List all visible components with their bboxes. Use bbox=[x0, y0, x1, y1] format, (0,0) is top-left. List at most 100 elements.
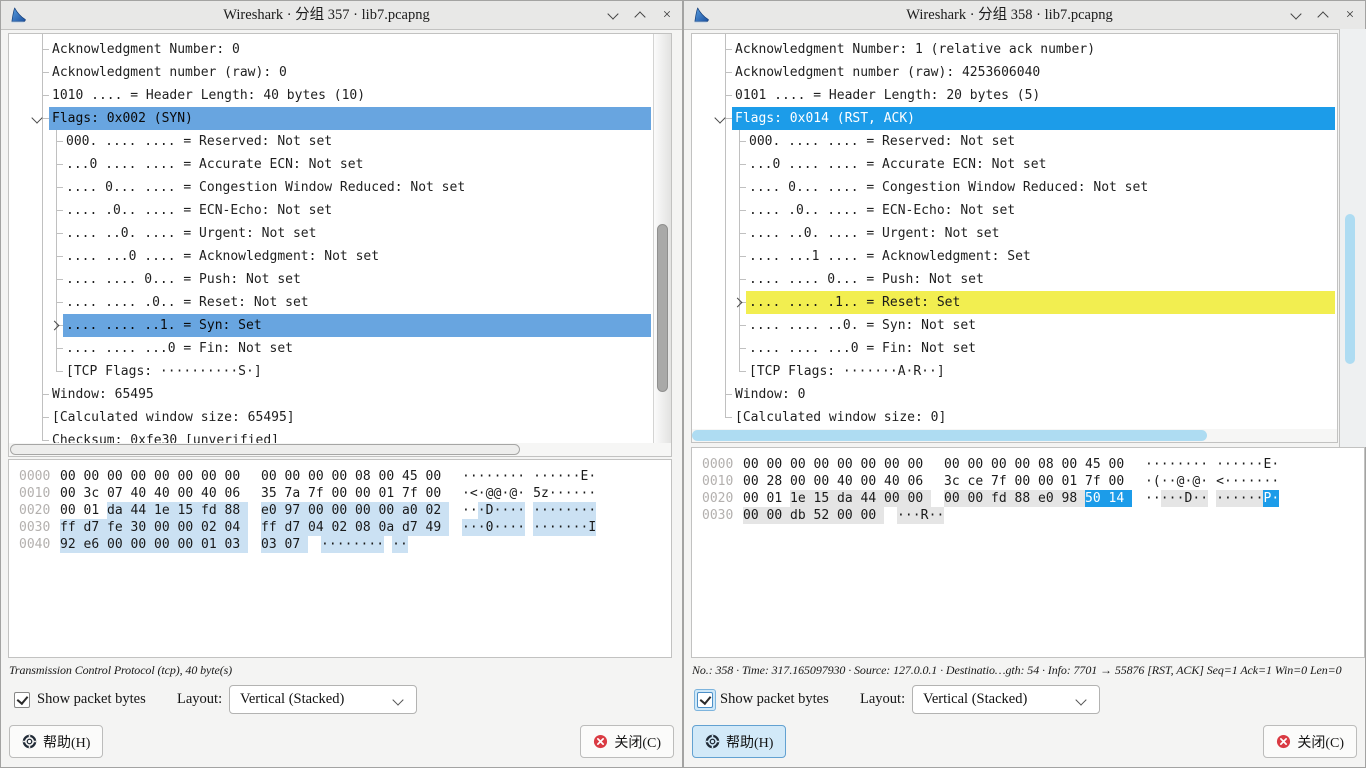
hex-byte[interactable]: 40 bbox=[201, 485, 225, 502]
ascii-char[interactable]: · bbox=[588, 468, 596, 485]
tree-row[interactable]: .... .... ...0 = Fin: Not set bbox=[746, 337, 1335, 360]
hex-row[interactable]: 0010003c074040004006357a7f0000017f00·<·@… bbox=[9, 485, 596, 502]
tree-row[interactable]: .... .0.. .... = ECN-Echo: Not set bbox=[746, 199, 1335, 222]
ascii-char[interactable]: R bbox=[921, 507, 929, 524]
hex-byte[interactable]: 00 bbox=[1038, 473, 1062, 490]
ascii-char[interactable]: · bbox=[580, 519, 588, 536]
ascii-char[interactable]: · bbox=[400, 536, 408, 553]
ascii-char[interactable]: < bbox=[1216, 473, 1224, 490]
ascii-char[interactable]: · bbox=[470, 468, 478, 485]
hex-byte[interactable]: 00 bbox=[1015, 456, 1039, 473]
hex-byte[interactable]: 00 bbox=[60, 468, 84, 485]
hex-byte[interactable]: 45 bbox=[1085, 456, 1109, 473]
hex-byte[interactable]: 40 bbox=[131, 485, 155, 502]
horizontal-scrollbar[interactable] bbox=[9, 443, 671, 456]
expand-arrow-icon[interactable] bbox=[50, 321, 60, 331]
ascii-char[interactable]: 0 bbox=[486, 519, 494, 536]
ascii-char[interactable]: · bbox=[1161, 490, 1169, 507]
hex-byte[interactable]: 08 bbox=[355, 468, 379, 485]
hex-byte[interactable]: 52 bbox=[814, 507, 838, 524]
ascii-char[interactable]: · bbox=[549, 468, 557, 485]
hex-byte[interactable]: 97 bbox=[285, 502, 309, 519]
tree-row[interactable]: .... .... ..0. = Syn: Not set bbox=[746, 314, 1335, 337]
show-packet-bytes-checkbox[interactable] bbox=[694, 689, 716, 711]
ascii-char[interactable]: · bbox=[486, 468, 494, 485]
hex-byte[interactable]: 15 bbox=[178, 502, 202, 519]
ascii-char[interactable]: · bbox=[321, 536, 329, 553]
hex-byte[interactable]: 00 bbox=[944, 456, 968, 473]
ascii-char[interactable]: @ bbox=[1192, 473, 1200, 490]
hex-byte[interactable]: 30 bbox=[131, 519, 155, 536]
hex-byte[interactable]: e0 bbox=[1038, 490, 1062, 507]
hex-byte[interactable]: 00 bbox=[743, 490, 767, 507]
ascii-char[interactable]: · bbox=[462, 485, 470, 502]
ascii-char[interactable]: · bbox=[588, 485, 596, 502]
ascii-char[interactable]: z bbox=[541, 485, 549, 502]
ascii-char[interactable]: · bbox=[509, 519, 517, 536]
hex-byte[interactable]: 00 bbox=[743, 473, 767, 490]
ascii-char[interactable]: · bbox=[1161, 473, 1169, 490]
tree-row[interactable]: .... ...0 .... = Acknowledgment: Not set bbox=[63, 245, 651, 268]
tree-row[interactable]: ...0 .... .... = Accurate ECN: Not set bbox=[746, 153, 1335, 176]
ascii-char[interactable]: · bbox=[1263, 473, 1271, 490]
close-window-icon[interactable]: × bbox=[660, 7, 674, 23]
tree-row[interactable]: ...0 .... .... = Accurate ECN: Not set bbox=[63, 153, 651, 176]
ascii-char[interactable]: · bbox=[1232, 456, 1240, 473]
ascii-char[interactable]: · bbox=[1271, 490, 1279, 507]
hex-byte[interactable]: 3c bbox=[84, 485, 108, 502]
tree-row[interactable]: 1010 .... = Header Length: 40 bytes (10) bbox=[49, 84, 651, 107]
hex-byte[interactable]: 00 bbox=[332, 468, 356, 485]
ascii-char[interactable]: · bbox=[392, 536, 400, 553]
ascii-char[interactable]: · bbox=[478, 519, 486, 536]
hex-byte[interactable]: 00 bbox=[1109, 456, 1133, 473]
ascii-char[interactable]: · bbox=[1153, 456, 1161, 473]
ascii-char[interactable]: < bbox=[470, 485, 478, 502]
hex-byte[interactable]: da bbox=[837, 490, 861, 507]
tree-row[interactable]: Acknowledgment number (raw): 4253606040 bbox=[732, 61, 1335, 84]
hex-row[interactable]: 00200001da441e15fd88e09700000000a002···D… bbox=[9, 502, 596, 519]
hex-byte[interactable]: 00 bbox=[814, 456, 838, 473]
hex-byte[interactable]: 00 bbox=[107, 468, 131, 485]
hex-byte[interactable]: 08 bbox=[1038, 456, 1062, 473]
tree-row[interactable]: Acknowledgment number (raw): 0 bbox=[49, 61, 651, 84]
ascii-char[interactable]: · bbox=[494, 519, 502, 536]
ascii-char[interactable]: · bbox=[557, 485, 565, 502]
hex-byte[interactable]: 00 bbox=[332, 485, 356, 502]
close-button[interactable]: 关闭(C) bbox=[1263, 725, 1357, 758]
hex-byte[interactable]: 92 bbox=[60, 536, 84, 553]
hex-byte[interactable]: 00 bbox=[201, 468, 225, 485]
hex-byte[interactable]: 00 bbox=[308, 502, 332, 519]
ascii-char[interactable]: · bbox=[517, 502, 525, 519]
ascii-char[interactable]: · bbox=[557, 468, 565, 485]
ascii-char[interactable]: · bbox=[580, 485, 588, 502]
hex-byte[interactable]: ce bbox=[968, 473, 992, 490]
hex-byte[interactable]: 40 bbox=[837, 473, 861, 490]
hex-byte[interactable]: 00 bbox=[814, 473, 838, 490]
ascii-char[interactable]: · bbox=[345, 536, 353, 553]
ascii-char[interactable]: · bbox=[573, 519, 581, 536]
show-packet-bytes-label[interactable]: Show packet bytes bbox=[720, 691, 829, 708]
hex-byte[interactable]: 00 bbox=[379, 502, 403, 519]
hex-byte[interactable]: 00 bbox=[355, 502, 379, 519]
hex-byte[interactable]: 15 bbox=[814, 490, 838, 507]
hex-byte[interactable]: 00 bbox=[178, 536, 202, 553]
ascii-char[interactable]: · bbox=[1248, 456, 1256, 473]
hex-byte[interactable]: 98 bbox=[1062, 490, 1086, 507]
ascii-char[interactable]: · bbox=[517, 485, 525, 502]
hex-byte[interactable]: 00 bbox=[225, 468, 249, 485]
tree-row[interactable]: 000. .... .... = Reserved: Not set bbox=[746, 130, 1335, 153]
ascii-char[interactable]: · bbox=[494, 502, 502, 519]
ascii-char[interactable]: · bbox=[462, 519, 470, 536]
ascii-char[interactable]: · bbox=[1177, 456, 1185, 473]
scrollbar-thumb[interactable] bbox=[692, 430, 1207, 441]
hex-byte[interactable]: 00 bbox=[861, 456, 885, 473]
ascii-char[interactable]: · bbox=[565, 502, 573, 519]
hex-byte[interactable]: e6 bbox=[84, 536, 108, 553]
hex-byte[interactable]: 00 bbox=[908, 456, 932, 473]
ascii-char[interactable]: · bbox=[1145, 490, 1153, 507]
hex-byte[interactable]: 01 bbox=[379, 485, 403, 502]
hex-byte[interactable]: 00 bbox=[908, 490, 932, 507]
hex-byte[interactable]: 00 bbox=[968, 490, 992, 507]
ascii-char[interactable]: · bbox=[897, 507, 905, 524]
ascii-char[interactable]: · bbox=[936, 507, 944, 524]
